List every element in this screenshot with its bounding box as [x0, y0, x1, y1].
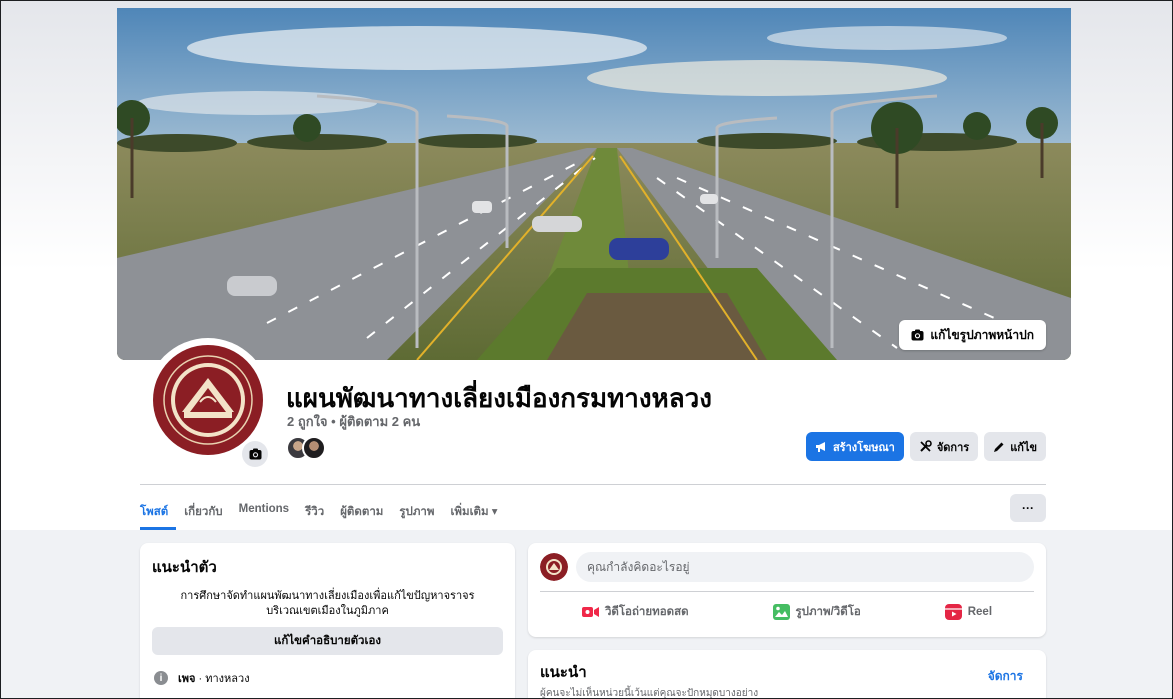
tools-icon — [920, 440, 932, 452]
page-type-prefix: เพจ — [178, 673, 196, 685]
pencil-icon — [994, 442, 1004, 452]
recommend-title: แนะนำ — [540, 664, 587, 681]
recommend-manage-link[interactable]: จัดการ — [988, 667, 1023, 686]
tab-photos[interactable]: รูปภาพ — [391, 493, 442, 530]
tab-mentions[interactable]: Mentions — [231, 493, 297, 530]
edit-cover-button[interactable]: แก้ไขรูปภาพหน้าปก — [899, 320, 1046, 350]
tab-about[interactable]: เกี่ยวกับ — [176, 493, 230, 530]
photo-video-icon — [772, 604, 790, 620]
photo-video-button[interactable]: รูปภาพ/วิดีโอ — [772, 603, 861, 621]
reel-button[interactable]: Reel — [944, 603, 993, 621]
page-type-category: · ทางหลวง — [195, 673, 250, 685]
avatar-image — [150, 342, 266, 458]
follower-avatars[interactable] — [286, 436, 326, 460]
page-tabs: โพสต์ เกี่ยวกับ Mentions รีวิว ผู้ติดตาม… — [140, 493, 506, 530]
composer-top: คุณกำลังคิดอะไรอยู่ — [540, 552, 1034, 582]
manage-button[interactable]: จัดการ — [909, 432, 979, 461]
photo-video-label: รูปภาพ/วิดีโอ — [795, 606, 861, 618]
intro-card: แนะนำตัว การศึกษาจัดทำแผนพัฒนาทางเลี่ยงเ… — [140, 543, 515, 699]
composer-options: วิดีโอถ่ายทอดสด รูปภาพ/วิดีโอ Reel — [540, 603, 1034, 621]
reel-icon — [944, 604, 962, 620]
advertise-button[interactable]: สร้างโฆษณา — [805, 432, 904, 461]
reel-label: Reel — [967, 606, 993, 618]
more-options-button[interactable]: ··· — [1010, 494, 1046, 522]
page-stats[interactable]: 2 ถูกใจ • ผู้ติดตาม 2 คน — [287, 411, 420, 432]
cover-photo[interactable]: แก้ไขรูปภาพหน้าปก — [117, 8, 1071, 360]
recommend-card: แนะนำ ผู้คนจะไม่เห็นหน่วยนี้เว้นแต่คุณจะ… — [528, 650, 1046, 699]
live-video-icon — [581, 607, 599, 617]
manage-label: จัดการ — [936, 441, 970, 454]
header-divider — [140, 484, 1046, 485]
composer-divider — [540, 591, 1034, 592]
composer-avatar[interactable] — [540, 553, 568, 581]
recommend-subtitle: ผู้คนจะไม่เห็นหน่วยนี้เว้นแต่คุณจะปักหมุ… — [540, 688, 759, 699]
intro-description: การศึกษาจัดทำแผนพัฒนาทางเลี่ยงเมืองเพื่อ… — [180, 590, 475, 617]
page-actions: สร้างโฆษณา จัดการ แก้ไข — [805, 432, 1046, 461]
edit-label: แก้ไข — [1010, 441, 1037, 454]
edit-button[interactable]: แก้ไข — [984, 432, 1046, 461]
intro-title: แนะนำตัว — [152, 559, 217, 576]
tab-posts[interactable]: โพสต์ — [140, 493, 177, 530]
department-seal-logo — [540, 553, 568, 581]
follower-avatar[interactable] — [302, 436, 326, 460]
megaphone-icon — [815, 441, 825, 452]
camera-icon — [249, 448, 261, 460]
tab-reviews[interactable]: รีวิว — [297, 493, 332, 530]
edit-cover-label: แก้ไขรูปภาพหน้าปก — [930, 327, 1034, 342]
live-video-label: วิดีโอถ่ายทอดสด — [604, 606, 689, 618]
camera-icon — [911, 329, 924, 341]
edit-bio-button[interactable]: แก้ไขคำอธิบายตัวเอง — [152, 627, 503, 655]
department-seal-logo — [150, 342, 266, 458]
info-icon: i — [154, 671, 168, 685]
composer-input[interactable]: คุณกำลังคิดอะไรอยู่ — [576, 552, 1034, 582]
change-avatar-button[interactable] — [242, 441, 268, 467]
tab-more[interactable]: เพิ่มเติม ▾ — [442, 493, 505, 530]
post-composer: คุณกำลังคิดอะไรอยู่ วิดีโอถ่ายทอดสด รูปภ… — [528, 543, 1046, 637]
page-type-text: เพจ · ทางหลวง — [178, 669, 250, 687]
page-type-row: i เพจ · ทางหลวง — [152, 669, 503, 687]
live-video-button[interactable]: วิดีโอถ่ายทอดสด — [581, 603, 689, 621]
advertise-label: สร้างโฆษณา — [832, 441, 895, 454]
cover-image — [117, 8, 1071, 360]
tab-followers[interactable]: ผู้ติดตาม — [332, 493, 391, 530]
